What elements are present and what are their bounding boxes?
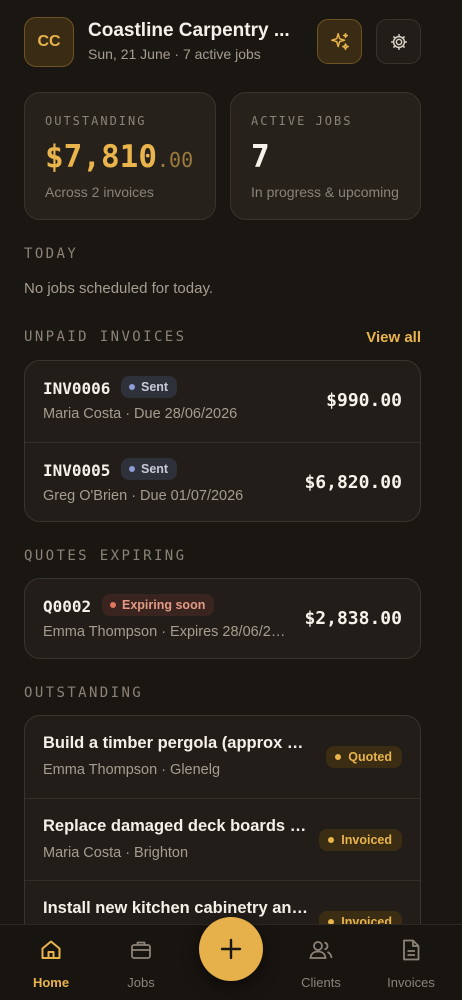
nav-clients[interactable]: Clients xyxy=(281,935,361,990)
active-jobs-stat-label: ACTIVE JOBS xyxy=(251,114,353,128)
job-title: Replace damaged deck boards and balustra… xyxy=(43,817,311,835)
outstanding-jobs-section-label: OUTSTANDING xyxy=(24,685,144,701)
active-jobs-stat-value: 7 xyxy=(251,139,270,175)
job-title: Build a timber pergola (approx 4.5m x 3m… xyxy=(43,734,311,752)
job-row[interactable]: Build a timber pergola (approx 4.5m x 3m… xyxy=(25,716,420,798)
status-badge-label: Invoiced xyxy=(341,833,392,847)
ai-assistant-button[interactable] xyxy=(317,19,362,64)
add-new-button[interactable] xyxy=(199,917,263,981)
quotes-expiring-section-label: QUOTES EXPIRING xyxy=(24,548,187,564)
status-badge: Quoted xyxy=(326,746,402,768)
status-dot xyxy=(129,466,135,472)
outstanding-amount: $7,810 xyxy=(45,139,157,175)
status-badge: Invoiced xyxy=(319,829,402,851)
outstanding-stat-value: $7,810.00 xyxy=(45,139,193,175)
quote-amount: $2,838.00 xyxy=(304,608,402,629)
active-jobs-stat-footnote: In progress & upcoming xyxy=(251,184,399,200)
invoice-amount: $990.00 xyxy=(326,390,402,411)
status-badge-label: Sent xyxy=(141,462,169,476)
status-badge-label: Expiring soon xyxy=(122,598,206,612)
quote-row[interactable]: Q0002 Expiring soon Emma Thompson · Expi… xyxy=(25,579,420,658)
active-jobs-stat-card[interactable]: ACTIVE JOBS 7 In progress & upcoming xyxy=(230,92,421,220)
quote-subtitle: Emma Thompson · Expires 28/06/2026 xyxy=(43,624,289,640)
status-badge-label: Sent xyxy=(141,380,169,394)
unpaid-invoices-card: INV0006 Sent Maria Costa · Due 28/06/202… xyxy=(24,360,421,522)
invoice-subtitle: Greg O'Brien · Due 01/07/2026 xyxy=(43,488,244,504)
gear-icon xyxy=(390,33,407,50)
nav-invoices[interactable]: Invoices xyxy=(371,935,451,990)
invoice-amount: $6,820.00 xyxy=(304,472,402,493)
job-row[interactable]: Replace damaged deck boards and balustra… xyxy=(25,798,420,880)
job-title: Install new kitchen cabinetry and bencht… xyxy=(43,899,311,917)
status-badge: Expiring soon xyxy=(102,594,215,616)
outstanding-stat-card[interactable]: OUTSTANDING $7,810.00 Across 2 invoices xyxy=(24,92,216,220)
nav-jobs[interactable]: Jobs xyxy=(101,935,181,990)
nav-home-label: Home xyxy=(32,975,70,990)
status-badge: Sent xyxy=(121,458,178,480)
nav-invoices-label: Invoices xyxy=(387,975,435,990)
invoice-number: INV0006 xyxy=(43,379,111,398)
users-icon xyxy=(309,941,333,959)
status-dot xyxy=(129,384,135,390)
today-empty-text: No jobs scheduled for today. xyxy=(24,280,214,297)
header-subtitle: Sun, 21 June · 7 active jobs xyxy=(88,46,261,62)
outstanding-stat-label: OUTSTANDING xyxy=(45,114,147,128)
nav-clients-label: Clients xyxy=(301,975,341,990)
business-name: Coastline Carpentry ... xyxy=(88,20,290,41)
job-subtitle: Emma Thompson · Glenelg xyxy=(43,762,221,778)
nav-home[interactable]: Home xyxy=(11,935,91,990)
quote-number: Q0002 xyxy=(43,597,92,616)
status-badge: Sent xyxy=(121,376,178,398)
outstanding-stat-footnote: Across 2 invoices xyxy=(45,184,154,200)
business-avatar[interactable]: CC xyxy=(24,17,74,67)
invoice-number: INV0005 xyxy=(43,461,111,480)
view-all-invoices-link[interactable]: View all xyxy=(366,329,421,346)
unpaid-invoices-section-label: UNPAID INVOICES xyxy=(24,329,187,345)
today-section-label: TODAY xyxy=(24,246,79,262)
document-icon xyxy=(403,939,420,961)
app-header: CC Coastline Carpentry ... Sun, 21 June … xyxy=(24,17,421,67)
outstanding-cents: .00 xyxy=(156,148,194,172)
invoice-row[interactable]: INV0006 Sent Maria Costa · Due 28/06/202… xyxy=(25,361,420,442)
invoice-row[interactable]: INV0005 Sent Greg O'Brien · Due 01/07/20… xyxy=(25,442,420,521)
status-dot xyxy=(110,602,116,608)
status-dot xyxy=(328,837,335,843)
settings-button[interactable] xyxy=(376,19,421,64)
status-dot xyxy=(335,754,342,760)
briefcase-icon xyxy=(131,941,151,959)
quotes-expiring-card: Q0002 Expiring soon Emma Thompson · Expi… xyxy=(24,578,421,659)
job-subtitle: Maria Costa · Brighton xyxy=(43,845,189,861)
invoice-subtitle: Maria Costa · Due 28/06/2026 xyxy=(43,406,238,422)
plus-icon xyxy=(220,938,242,960)
nav-jobs-label: Jobs xyxy=(127,975,155,990)
sparkle-icon xyxy=(330,32,349,50)
status-badge-label: Quoted xyxy=(348,750,392,764)
home-icon xyxy=(41,940,61,959)
